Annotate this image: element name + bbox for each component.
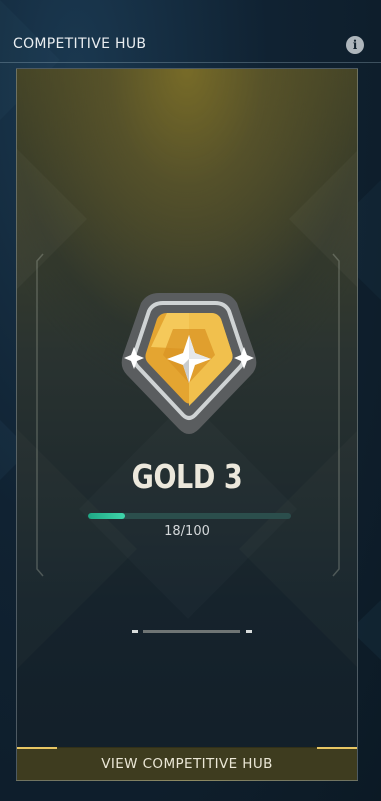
view-competitive-hub-button[interactable]: VIEW COMPETITIVE HUB [17, 747, 357, 780]
gold-rank-emblem-icon [121, 293, 257, 434]
rank-progress-text: 18/100 [164, 524, 210, 539]
competitive-hub-panel: COMPETITIVE HUB i GOLD 3 18/100 VIEW COM… [0, 0, 381, 801]
button-accent-right [317, 747, 357, 749]
rank-card: GOLD 3 18/100 VIEW COMPETITIVE HUB [16, 68, 358, 781]
rank-name: GOLD 3 [131, 457, 243, 496]
pager-dot-prev[interactable] [132, 630, 138, 633]
info-icon[interactable]: i [346, 36, 364, 54]
rank-progress-fill [88, 513, 125, 519]
panel-title: COMPETITIVE HUB [13, 36, 147, 52]
carousel-pager [132, 629, 252, 635]
header-divider [0, 62, 381, 63]
panel-header: COMPETITIVE HUB i [13, 35, 368, 55]
pager-dot-next[interactable] [246, 630, 252, 633]
button-accent-left [17, 747, 57, 749]
view-competitive-hub-label: VIEW COMPETITIVE HUB [101, 756, 273, 772]
rank-progress-bar [88, 513, 291, 519]
pager-indicator-active[interactable] [143, 630, 240, 633]
